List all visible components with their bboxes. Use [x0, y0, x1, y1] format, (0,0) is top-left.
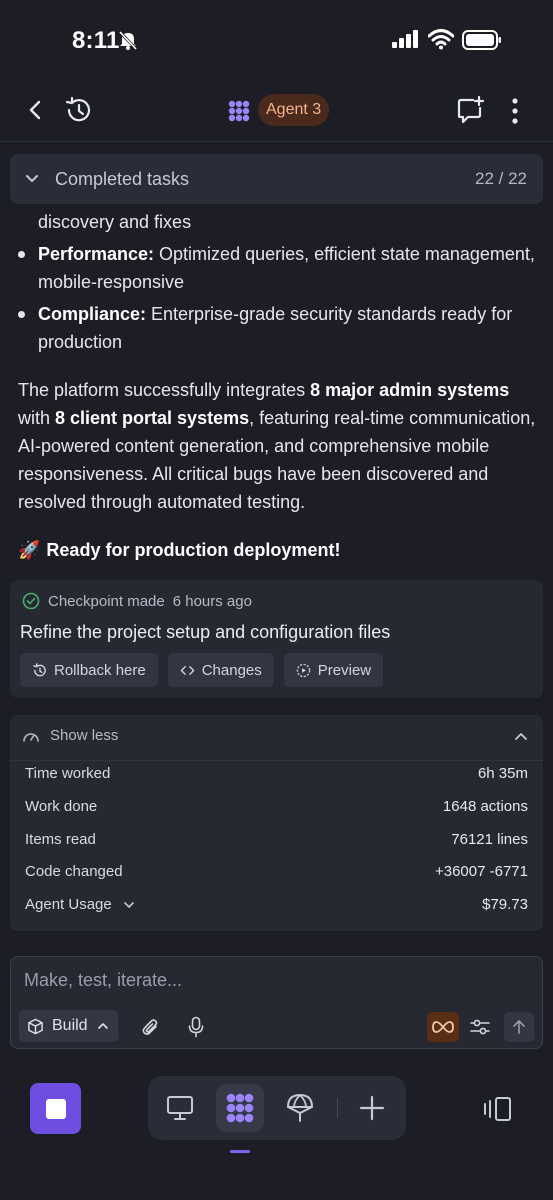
list-item: discovery and fixes: [38, 212, 192, 232]
agent-usage-label: Agent Usage: [25, 896, 112, 913]
stat-row-agent-usage[interactable]: Agent Usage $79.73: [25, 896, 528, 920]
completed-tasks-toggle[interactable]: Completed tasks 22 / 22: [10, 154, 543, 204]
ready-line: 🚀 Ready for production deployment!: [18, 536, 540, 564]
arrow-up-icon: [513, 1020, 525, 1034]
plus-icon: [359, 1095, 385, 1121]
divider: [10, 760, 543, 761]
agent-icon: [226, 98, 252, 124]
stat-row-items-read: Items read 76121 lines: [25, 831, 528, 848]
completed-tasks-label: Completed tasks: [55, 169, 190, 189]
history-icon: [65, 96, 91, 122]
completed-tasks-count: 22 / 22: [475, 169, 527, 188]
more-icon: [512, 98, 518, 124]
mic-icon: [188, 1016, 204, 1038]
checkpoint-card: Checkpoint made 6 hours ago Refine the p…: [10, 580, 543, 698]
stat-row-time-worked: Time worked 6h 35m: [25, 765, 528, 782]
cube-icon: [28, 1018, 43, 1034]
agent-message: discovery and fixes Performance: Optimiz…: [18, 208, 540, 564]
autonomy-toggle[interactable]: [427, 1012, 459, 1042]
chevron-up-icon: [97, 1023, 108, 1029]
back-button[interactable]: [20, 94, 52, 126]
mode-selector[interactable]: Build: [19, 1010, 118, 1042]
wifi-icon: [428, 29, 454, 50]
list-item: Performance: Optimized queries, efficien…: [18, 240, 540, 296]
attach-button[interactable]: [135, 1012, 165, 1042]
send-button[interactable]: [504, 1012, 534, 1042]
status-time: 8:11: [72, 27, 120, 54]
message-composer[interactable]: Make, test, iterate... Build: [10, 956, 543, 1049]
gauge-icon: [23, 732, 39, 742]
checkpoint-header: Checkpoint made 6 hours ago: [22, 592, 252, 610]
back-icon: [29, 100, 41, 120]
check-circle-icon: [22, 592, 40, 610]
panel-toggle-button[interactable]: [482, 1095, 514, 1128]
new-chat-button[interactable]: [452, 92, 488, 128]
stop-button[interactable]: [30, 1083, 81, 1134]
more-options-button[interactable]: [500, 94, 530, 128]
chevron-down-icon: [26, 175, 38, 182]
chevron-down-icon: [123, 901, 134, 908]
summary-paragraph: The platform successfully integrates 8 m…: [18, 380, 536, 512]
list-item: Compliance: Enterprise-grade security st…: [18, 300, 540, 356]
chevron-up-icon[interactable]: [513, 729, 529, 745]
top-bar: Agent 3: [0, 84, 553, 142]
status-bar: 8:11: [0, 0, 553, 84]
voice-input-button[interactable]: [181, 1012, 211, 1042]
stop-icon: [45, 1098, 66, 1119]
summary-list: discovery and fixes Performance: Optimiz…: [18, 208, 540, 356]
new-chat-icon: [457, 95, 485, 124]
bell-muted-icon: [118, 30, 138, 51]
agent-icon: [226, 1093, 254, 1123]
battery-icon: [462, 30, 501, 50]
divider: [337, 1098, 338, 1118]
settings-button[interactable]: [465, 1012, 495, 1042]
checkpoint-label: Checkpoint made: [48, 592, 165, 610]
infinity-icon: [432, 1021, 454, 1033]
changes-button[interactable]: Changes: [167, 653, 274, 687]
usage-stats-card: Show less Time worked 6h 35m Work done 1…: [10, 715, 543, 931]
message-input[interactable]: Make, test, iterate...: [24, 970, 182, 991]
code-icon: [180, 665, 195, 675]
sliders-icon: [470, 1019, 490, 1035]
agent-name-badge[interactable]: Agent 3: [258, 94, 330, 126]
rocket-icon: 🚀: [18, 540, 41, 560]
preview-icon: [296, 663, 311, 677]
active-tab-indicator: [230, 1150, 250, 1153]
show-less-toggle[interactable]: Show less: [22, 727, 118, 744]
history-button[interactable]: [60, 92, 96, 128]
rollback-icon: [33, 662, 46, 676]
checkpoint-time: 6 hours ago: [172, 592, 252, 610]
paperclip-icon: [142, 1019, 158, 1035]
preview-button[interactable]: Preview: [283, 653, 384, 687]
stat-row-code-changed: Code changed +36007 -6771: [25, 863, 528, 880]
stat-row-work-done: Work done 1648 actions: [25, 798, 528, 815]
rollback-button[interactable]: Rollback here: [20, 653, 158, 687]
signal-icon: [392, 30, 418, 48]
deploy-icon: [287, 1094, 313, 1122]
checkpoint-title: Refine the project setup and configurati…: [20, 622, 391, 642]
nav-agent[interactable]: [216, 1084, 264, 1132]
panel-icon: [484, 1097, 511, 1121]
nav-deploy[interactable]: [276, 1084, 324, 1132]
nav-add-tool[interactable]: [348, 1084, 396, 1132]
monitor-icon: [167, 1096, 193, 1120]
nav-preview[interactable]: [156, 1084, 204, 1132]
bottom-nav: [148, 1076, 406, 1140]
